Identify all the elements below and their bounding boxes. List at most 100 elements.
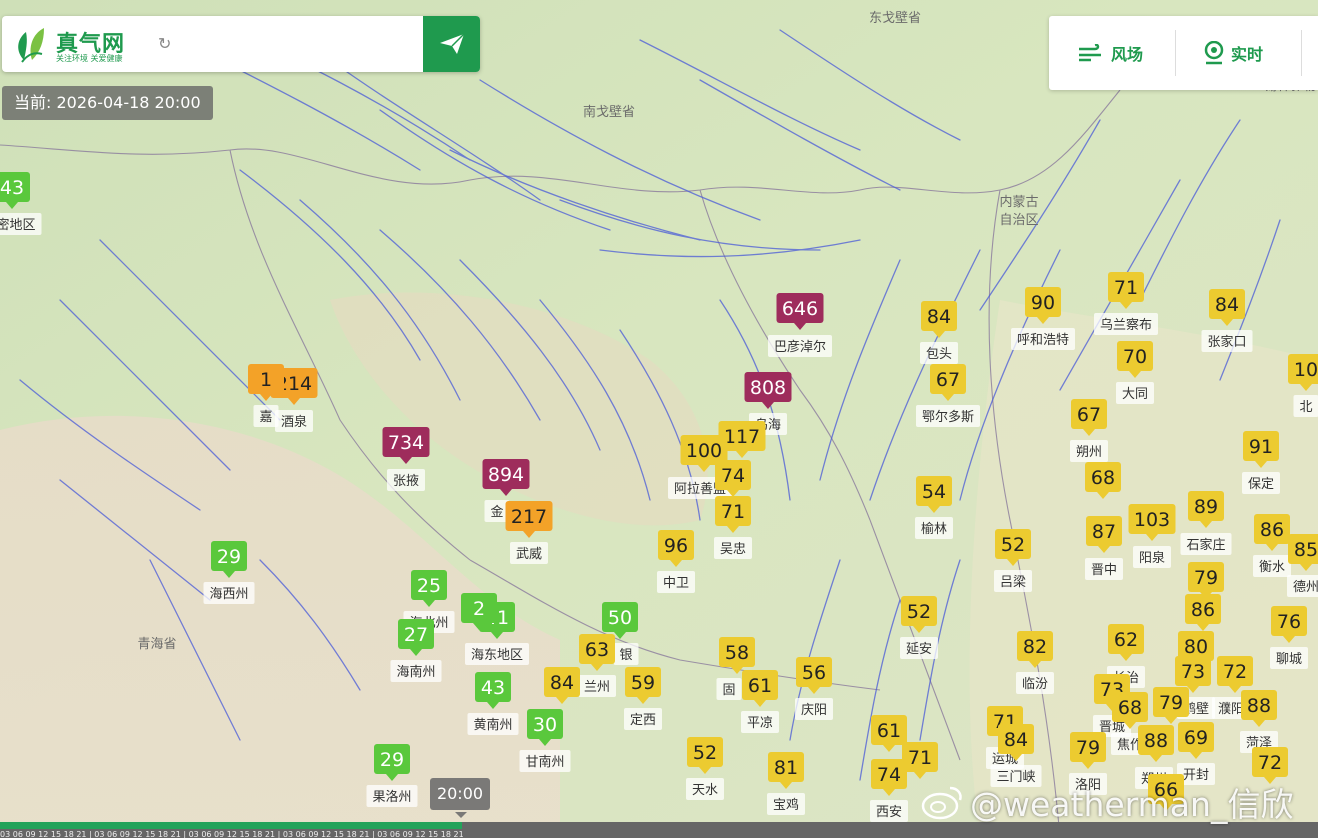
city-label: 石家庄 (1186, 537, 1225, 553)
search-input[interactable] (152, 29, 416, 61)
city-label: 晋中 (1091, 563, 1117, 578)
city-label: 临汾 (1022, 677, 1048, 692)
aqi-value: 894 (488, 464, 524, 486)
wind-field-label: 风场 (1111, 45, 1144, 64)
aqi-value: 100 (686, 440, 722, 462)
aqi-value: 89 (1194, 496, 1218, 518)
aqi-value: 61 (877, 720, 901, 742)
city-label: 张掖 (393, 474, 419, 489)
city-label: 定西 (630, 713, 656, 728)
aqi-value: 71 (908, 747, 932, 769)
aqi-value: 67 (936, 369, 960, 391)
city-label: 海西州 (209, 587, 248, 602)
aqi-value: 10 (1294, 359, 1318, 381)
aqi-value: 88 (1247, 695, 1271, 717)
region-label: 东戈壁省 (869, 11, 921, 26)
city-label: 银 (619, 648, 632, 663)
aqi-value: 69 (1184, 727, 1208, 749)
timeline-time-bubble: 20:00 (430, 778, 490, 818)
realtime-label: 实时 (1231, 45, 1264, 64)
aqi-value: 808 (750, 377, 786, 399)
map-canvas[interactable]: 东戈壁省南戈壁省内蒙古自治区青海省锡林郭勒 密地区43酒泉214嘉1张掖734金… (0, 0, 1318, 838)
leaf-logo-icon (18, 28, 44, 63)
current-time-label: 当前: 2026-04-18 20:00 (2, 86, 213, 120)
aqi-value: 79 (1159, 692, 1183, 714)
city-label: 固 (722, 683, 735, 698)
aqi-value: 103 (1134, 509, 1170, 531)
aqi-value: 52 (693, 742, 717, 764)
city-label: 大同 (1122, 387, 1148, 402)
panel-divider (1301, 30, 1302, 76)
city-label: 平凉 (747, 716, 773, 731)
aqi-value: 734 (388, 432, 424, 454)
aqi-value: 79 (1076, 737, 1100, 759)
aqi-value: 29 (380, 749, 404, 771)
timeline-progress (0, 822, 462, 829)
city-label: 阳泉 (1139, 550, 1165, 566)
aqi-value: 71 (721, 501, 745, 523)
city-label: 果洛州 (372, 790, 411, 805)
aqi-value: 81 (774, 757, 798, 779)
aqi-value: 43 (0, 177, 24, 199)
city-label: 朔州 (1076, 445, 1102, 460)
realtime-button[interactable]: 实时 (1203, 16, 1263, 90)
city-label: 包头 (926, 347, 952, 362)
map-mode-panel: 风场 实时 (1049, 16, 1318, 90)
aqi-value: 86 (1260, 519, 1284, 541)
aqi-value: 96 (664, 535, 688, 557)
aqi-value: 1 (260, 369, 272, 391)
city-label: 吴忠 (720, 542, 746, 557)
aqi-value: 30 (533, 714, 557, 736)
wind-field-button[interactable]: 风场 (1077, 16, 1143, 90)
aqi-value: 85 (1294, 539, 1318, 561)
aqi-value: 117 (724, 426, 760, 448)
aqi-value: 50 (608, 607, 632, 629)
brand-slogan: 关注环境 关爱健康 (56, 54, 123, 63)
region-label: 内蒙古 (999, 194, 1038, 210)
aqi-value: 73 (1181, 661, 1205, 683)
city-label: 武威 (516, 547, 542, 562)
aqi-value: 74 (877, 764, 901, 786)
city-label: 西安 (876, 805, 902, 820)
city-label: 北 (1299, 400, 1312, 415)
send-icon (439, 33, 465, 54)
city-label: 呼和浩特 (1017, 333, 1069, 348)
aqi-value: 68 (1118, 697, 1142, 719)
aqi-value: 54 (922, 481, 946, 503)
city-label: 衡水 (1259, 560, 1285, 575)
search-bar: 真气网 关注环境 关爱健康 ↻ (2, 16, 480, 72)
aqi-value: 70 (1123, 346, 1147, 368)
region-label: 南戈壁省 (583, 104, 635, 120)
city-label: 海南州 (396, 664, 435, 680)
city-label: 吕梁 (1000, 575, 1026, 590)
city-label: 聊城 (1276, 652, 1302, 667)
aqi-value: 62 (1114, 629, 1138, 651)
wind-icon (1079, 44, 1101, 62)
city-label: 张家口 (1207, 334, 1246, 350)
city-label: 嘉 (259, 410, 272, 425)
city-label: 酒泉 (281, 414, 307, 430)
watermark-text: @weatherman_信欣 (970, 785, 1294, 824)
aqi-value: 79 (1194, 567, 1218, 589)
city-label: 黄南州 (473, 717, 512, 733)
aqi-value: 82 (1023, 636, 1047, 658)
location-pin-icon (1204, 41, 1224, 65)
aqi-value: 27 (404, 624, 428, 646)
aqi-value: 58 (725, 642, 749, 664)
aqi-value: 29 (217, 546, 241, 568)
city-label: 德州 (1293, 580, 1318, 595)
aqi-value: 59 (631, 672, 655, 694)
aqi-value: 646 (782, 298, 818, 320)
aqi-value: 74 (721, 465, 745, 487)
aqi-value: 91 (1249, 436, 1273, 458)
city-label: 甘南州 (525, 754, 564, 770)
timeline-ticks: 03 06 09 12 15 18 21 | 03 06 09 12 15 18… (0, 830, 464, 838)
city-label: 保定 (1248, 477, 1274, 492)
aqi-value: 72 (1223, 661, 1247, 683)
search-button[interactable] (423, 16, 480, 72)
aqi-value: 88 (1144, 730, 1168, 752)
brand-logo[interactable]: 真气网 关注环境 关爱健康 (14, 24, 140, 64)
city-label: 延安 (906, 642, 932, 657)
city-label: 鄂尔多斯 (922, 409, 974, 425)
aqi-value: 84 (550, 672, 574, 694)
